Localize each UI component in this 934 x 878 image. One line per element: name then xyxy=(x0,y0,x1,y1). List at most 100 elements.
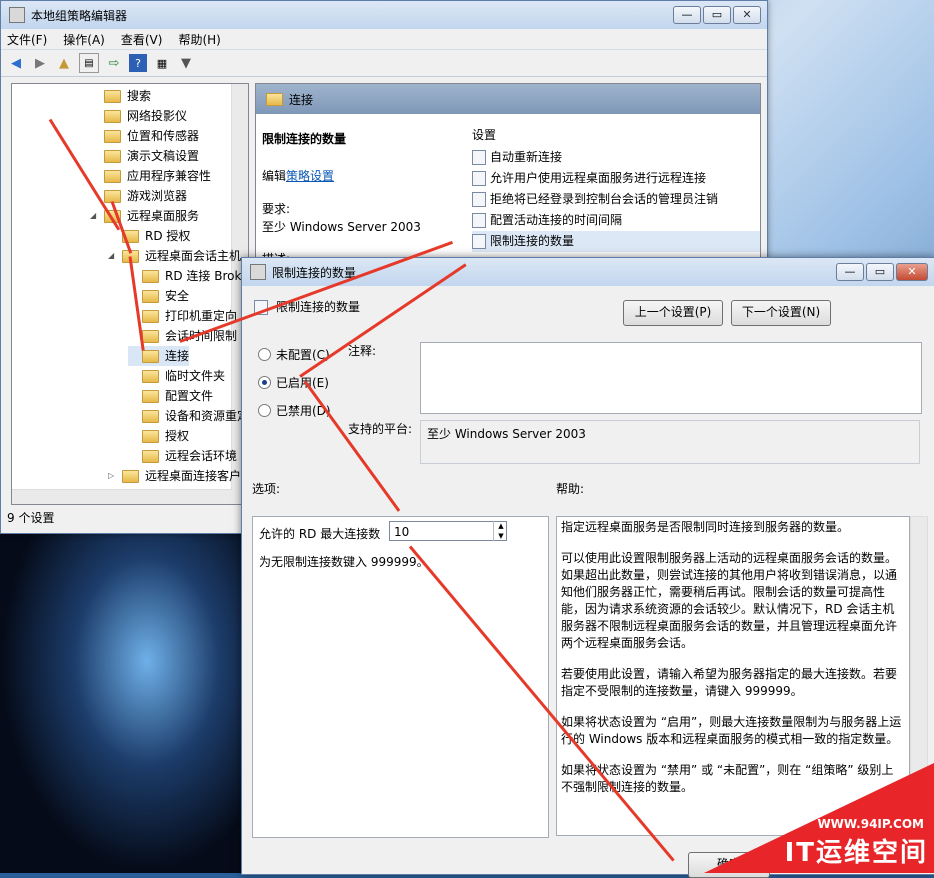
up-folder-icon[interactable]: ▲ xyxy=(55,54,73,72)
setting-row[interactable]: 拒绝将已经登录到控制台会话的管理员注销 xyxy=(472,189,718,210)
help-paragraph: 如果将状态设置为 “启用”，则最大连接数量限制为与服务器上运行的 Windows… xyxy=(561,715,902,746)
menu-view[interactable]: 查看(V) xyxy=(121,31,163,48)
tree-item-label: RD 授权 xyxy=(145,229,191,243)
dialog-icon xyxy=(250,264,266,280)
tree-item[interactable]: 配置文件 xyxy=(128,386,213,406)
setting-row[interactable]: 自动重新连接 xyxy=(472,147,562,168)
folder-icon xyxy=(104,169,121,183)
tree-item-label: 设备和资源重定 xyxy=(165,409,249,423)
tree-item[interactable]: 搜索 xyxy=(90,86,151,106)
requirement-label: 要求: xyxy=(262,202,291,216)
tree-item[interactable]: 设备和资源重定 xyxy=(128,406,249,426)
status-text: 9 个设置 xyxy=(7,511,55,525)
tree-item[interactable]: 连接 xyxy=(128,346,190,366)
minimize-icon[interactable]: — xyxy=(673,6,701,24)
tree-item[interactable]: 演示文稿设置 xyxy=(90,146,199,166)
folder-icon xyxy=(104,89,121,103)
tree-item[interactable]: 远程会话环境 xyxy=(128,446,237,466)
dialog-minimize-icon[interactable]: — xyxy=(836,263,864,281)
setting-row[interactable]: 允许用户使用远程桌面服务进行远程连接 xyxy=(472,168,706,189)
comment-label: 注释: xyxy=(348,344,377,358)
radio-dot xyxy=(258,348,271,361)
prev-setting-button[interactable]: 上一个设置(P) xyxy=(623,300,723,326)
platform-label: 支持的平台: xyxy=(348,422,413,436)
tree-item[interactable]: 会话时间限制 xyxy=(128,326,237,346)
watermark-brand: IT运维空间 xyxy=(784,838,928,868)
settings-header: 设置 xyxy=(472,128,497,142)
tree-item[interactable]: 授权 xyxy=(128,426,189,446)
tree-item-label: 会话时间限制 xyxy=(165,329,238,343)
tree-item[interactable]: 临时文件夹 xyxy=(128,366,225,386)
setting-label: 配置活动连接的时间间隔 xyxy=(490,213,623,227)
setting-label: 自动重新连接 xyxy=(490,150,563,164)
help-icon[interactable]: ? xyxy=(129,54,147,72)
expand-toggle-icon[interactable]: ◢ xyxy=(108,246,118,266)
tree-item-label: 搜索 xyxy=(127,89,152,103)
tree-item-label: 远程桌面连接客户端 xyxy=(145,469,249,483)
tree-item-label: 连接 xyxy=(165,349,190,363)
setting-row[interactable]: 配置活动连接的时间间隔 xyxy=(472,210,622,231)
folder-icon xyxy=(142,349,159,363)
filter-icon[interactable]: ▼ xyxy=(177,54,195,72)
tree-item-label: 位置和传感器 xyxy=(127,129,200,143)
folder-icon xyxy=(122,469,139,483)
app-icon xyxy=(9,7,25,23)
help-paragraph: 若要使用此设置，请输入希望为服务器指定的最大连接数。若要指定不受限制的连接数量，… xyxy=(561,667,898,698)
maximize-icon[interactable]: ▭ xyxy=(703,6,731,24)
expand-toggle-icon[interactable]: ◢ xyxy=(90,206,100,226)
setting-icon xyxy=(472,171,486,186)
close-icon[interactable]: ✕ xyxy=(733,6,761,24)
policy-title: 限制连接的数量 xyxy=(262,132,347,146)
right-panel: 连接 限制连接的数量 编辑策略设置 要求: 至少 Windows Server … xyxy=(255,83,761,260)
tree-item[interactable]: 网络投影仪 xyxy=(90,106,187,126)
max-connections-input[interactable]: 10 xyxy=(389,521,507,541)
right-panel-header: 连接 xyxy=(256,84,760,114)
tree-item-label: 安全 xyxy=(165,289,190,303)
spinner-arrows-icon[interactable]: ▲ ▼ xyxy=(493,521,508,541)
tree-item[interactable]: RD 连接 Broke xyxy=(128,266,248,286)
comment-textarea[interactable] xyxy=(420,342,922,414)
tree-item-label: 临时文件夹 xyxy=(165,369,226,383)
current-folder: 连接 xyxy=(289,92,314,107)
folder-icon xyxy=(104,109,121,123)
properties-icon[interactable]: ▦ xyxy=(153,54,171,72)
back-icon[interactable]: ◀ xyxy=(7,54,25,72)
tree-horizontal-scrollbar[interactable] xyxy=(12,489,232,504)
watermark-url: WWW.94IP.COM xyxy=(817,817,924,831)
radio-enabled[interactable]: 已启用(E) xyxy=(258,374,329,391)
folder-icon xyxy=(142,409,159,423)
tree-item-label: 游戏浏览器 xyxy=(127,189,188,203)
tree-item[interactable]: 位置和传感器 xyxy=(90,126,199,146)
tree-item-label: 远程桌面服务 xyxy=(127,209,200,223)
help-paragraph: 指定远程桌面服务是否限制同时连接到服务器的数量。 xyxy=(561,520,850,534)
tree-pane[interactable]: 搜索网络投影仪位置和传感器演示文稿设置 应用程序兼容性游戏浏览器 ◢ 远程桌面服务 RD… xyxy=(11,83,249,505)
tree-item-label: 远程桌面会话主机 xyxy=(145,249,242,263)
menu-action[interactable]: 操作(A) xyxy=(63,31,105,48)
tree-item[interactable]: 打印机重定向 xyxy=(128,306,237,326)
tree-item-label: 授权 xyxy=(165,429,190,443)
folder-icon xyxy=(142,389,159,403)
tree-item[interactable]: 应用程序兼容性 xyxy=(90,166,211,186)
expand-toggle-icon[interactable]: ▷ xyxy=(108,466,118,486)
next-setting-button[interactable]: 下一个设置(N) xyxy=(731,300,831,326)
forward-icon[interactable]: ▶ xyxy=(31,54,49,72)
export-icon[interactable]: ⇨ xyxy=(105,54,123,72)
menu-help[interactable]: 帮助(H) xyxy=(178,31,220,48)
tree-item[interactable]: ▷ 远程桌面连接客户端 xyxy=(108,466,249,486)
setting-label: 允许用户使用远程桌面服务进行远程连接 xyxy=(490,171,707,185)
edit-line: 编辑策略设置 xyxy=(262,167,334,184)
dialog-close-icon[interactable]: ✕ xyxy=(896,263,928,281)
setting-icon xyxy=(472,150,486,165)
folder-icon xyxy=(142,329,159,343)
dialog-title: 限制连接的数量 xyxy=(272,265,357,280)
show-tree-icon[interactable]: ▤ xyxy=(79,53,99,73)
help-label: 帮助: xyxy=(556,482,585,496)
edit-policy-link[interactable]: 策略设置 xyxy=(286,169,334,183)
hint-text: 为无限制连接数键入 999999。 xyxy=(259,555,429,569)
folder-icon xyxy=(142,449,159,463)
menu-file[interactable]: 文件(F) xyxy=(7,31,47,48)
setting-row-selected[interactable]: 限制连接的数量 xyxy=(472,231,760,252)
setting-icon xyxy=(472,192,486,207)
dialog-maximize-icon[interactable]: ▭ xyxy=(866,263,894,281)
watermark-logo: WWW.94IP.COM IT运维空间 xyxy=(704,763,934,873)
